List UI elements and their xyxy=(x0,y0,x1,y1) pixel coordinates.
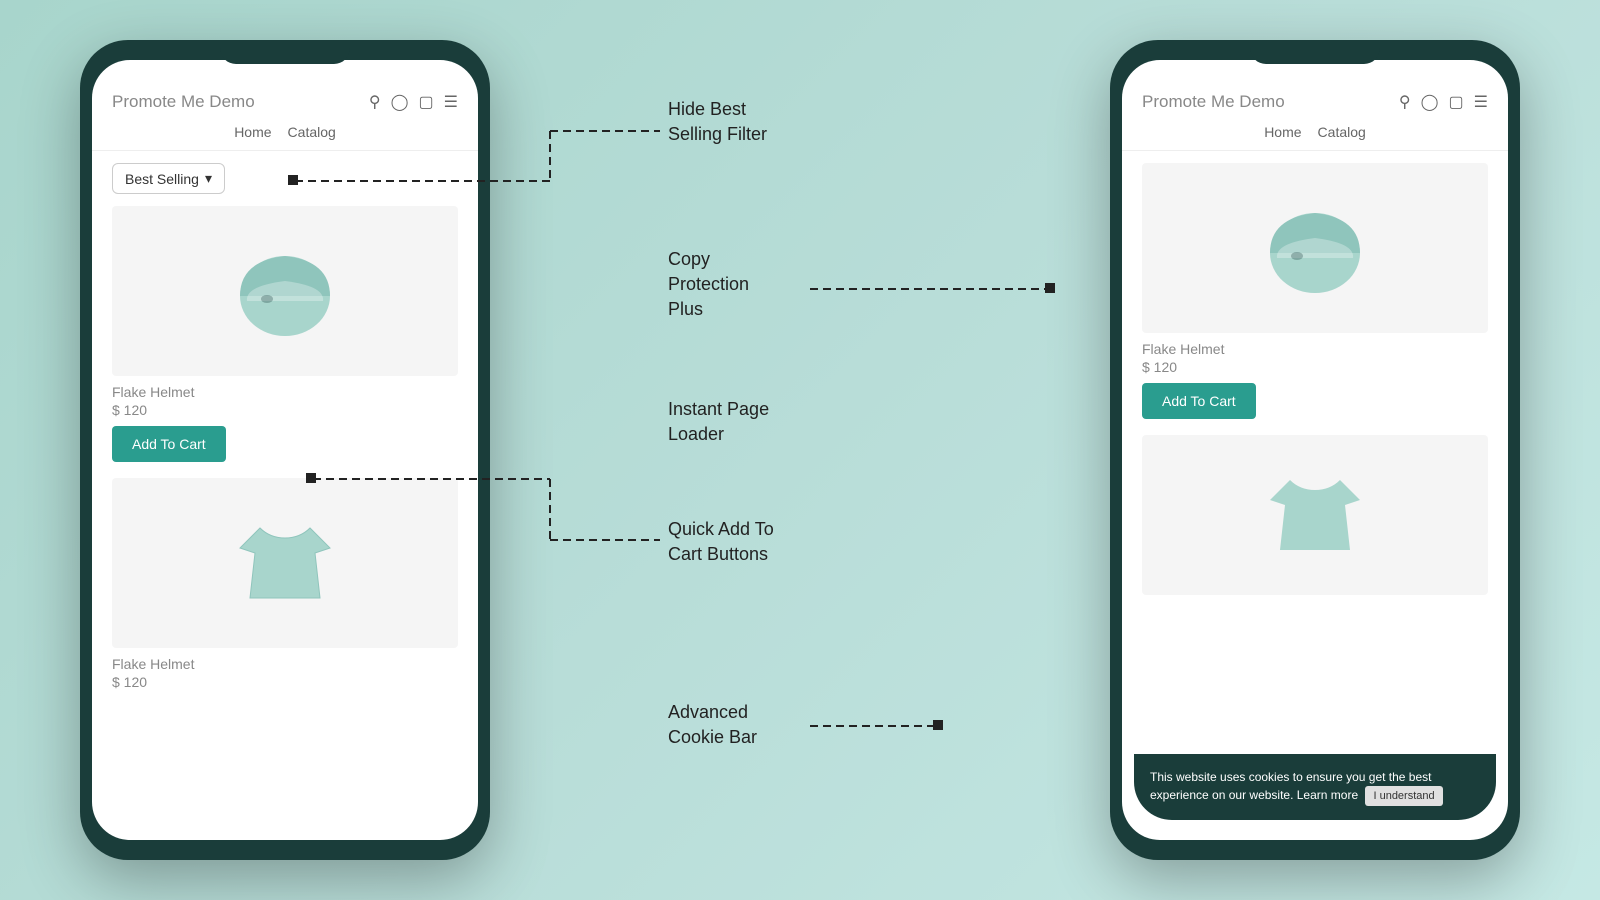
left-product-2: Flake Helmet $ 120 xyxy=(112,478,458,690)
user-icon-right[interactable]: ◯ xyxy=(1421,92,1439,112)
left-header-icons: ⚲ ◯ ▢ ☰ xyxy=(369,92,458,112)
filter-arrow: ▾ xyxy=(205,170,212,187)
svg-text:Cookie Bar: Cookie Bar xyxy=(668,727,757,747)
label-cookie-bar: Advanced xyxy=(668,702,748,722)
cart-icon-right[interactable]: ▢ xyxy=(1449,92,1464,112)
left-screen: Promote Me Demo ⚲ ◯ ▢ ☰ Home Catalog Bes… xyxy=(92,60,478,840)
left-product-2-name: Flake Helmet xyxy=(112,656,458,672)
label-copy-protection: Copy xyxy=(668,249,710,269)
right-nav: Home Catalog xyxy=(1142,120,1488,144)
left-product-1-price: $ 120 xyxy=(112,402,458,418)
right-product-1: Flake Helmet $ 120 Add To Cart xyxy=(1142,163,1488,419)
right-store-header: Promote Me Demo ⚲ ◯ ▢ ☰ Home Catalog xyxy=(1122,60,1508,151)
left-product-grid: Flake Helmet $ 120 Add To Cart Flake Hel… xyxy=(92,206,478,690)
label-hide-filter: Hide Best xyxy=(668,99,746,119)
nav-catalog-left[interactable]: Catalog xyxy=(288,124,336,140)
left-nav: Home Catalog xyxy=(112,120,458,144)
right-product-2-image xyxy=(1142,435,1488,595)
add-to-cart-btn-right[interactable]: Add To Cart xyxy=(1142,383,1256,419)
right-store-name: Promote Me Demo xyxy=(1142,92,1285,112)
left-product-1-name: Flake Helmet xyxy=(112,384,458,400)
left-product-1-image xyxy=(112,206,458,376)
menu-icon-left[interactable]: ☰ xyxy=(444,92,458,112)
nav-home-left[interactable]: Home xyxy=(234,124,271,140)
right-product-1-name: Flake Helmet xyxy=(1142,341,1488,357)
menu-icon-right[interactable]: ☰ xyxy=(1474,92,1488,112)
phone-notch-right xyxy=(1250,40,1380,64)
cookie-understand-btn[interactable]: I understand xyxy=(1365,786,1442,807)
left-store-name: Promote Me Demo xyxy=(112,92,255,112)
phone-notch-left xyxy=(220,40,350,64)
right-product-grid: Flake Helmet $ 120 Add To Cart xyxy=(1122,151,1508,595)
svg-text:Loader: Loader xyxy=(668,424,724,444)
add-to-cart-btn-left[interactable]: Add To Cart xyxy=(112,426,226,462)
cookie-bar: This website uses cookies to ensure you … xyxy=(1134,754,1496,821)
svg-text:Plus: Plus xyxy=(668,299,703,319)
right-product-2 xyxy=(1142,435,1488,595)
svg-text:Cart Buttons: Cart Buttons xyxy=(668,544,768,564)
right-header-icons: ⚲ ◯ ▢ ☰ xyxy=(1399,92,1488,112)
left-product-1: Flake Helmet $ 120 Add To Cart xyxy=(112,206,458,462)
user-icon-left[interactable]: ◯ xyxy=(391,92,409,112)
right-phone: Promote Me Demo ⚲ ◯ ▢ ☰ Home Catalog xyxy=(1110,40,1520,860)
left-filter-bar: Best Selling ▾ xyxy=(92,151,478,206)
label-instant-page: Instant Page xyxy=(668,399,769,419)
nav-home-right[interactable]: Home xyxy=(1264,124,1301,140)
label-quick-add: Quick Add To xyxy=(668,519,774,539)
filter-label: Best Selling xyxy=(125,171,199,187)
svg-text:Selling Filter: Selling Filter xyxy=(668,124,767,144)
cart-icon-left[interactable]: ▢ xyxy=(419,92,434,112)
left-phone: Promote Me Demo ⚲ ◯ ▢ ☰ Home Catalog Bes… xyxy=(80,40,490,860)
right-screen: Promote Me Demo ⚲ ◯ ▢ ☰ Home Catalog xyxy=(1122,60,1508,840)
left-product-2-price: $ 120 xyxy=(112,674,458,690)
left-product-2-image xyxy=(112,478,458,648)
nav-catalog-right[interactable]: Catalog xyxy=(1318,124,1366,140)
search-icon-left[interactable]: ⚲ xyxy=(369,92,381,112)
search-icon-right[interactable]: ⚲ xyxy=(1399,92,1411,112)
right-product-1-price: $ 120 xyxy=(1142,359,1488,375)
svg-text:Protection: Protection xyxy=(668,274,749,294)
right-product-1-image xyxy=(1142,163,1488,333)
best-selling-filter[interactable]: Best Selling ▾ xyxy=(112,163,225,194)
left-store-header: Promote Me Demo ⚲ ◯ ▢ ☰ Home Catalog xyxy=(92,60,478,151)
